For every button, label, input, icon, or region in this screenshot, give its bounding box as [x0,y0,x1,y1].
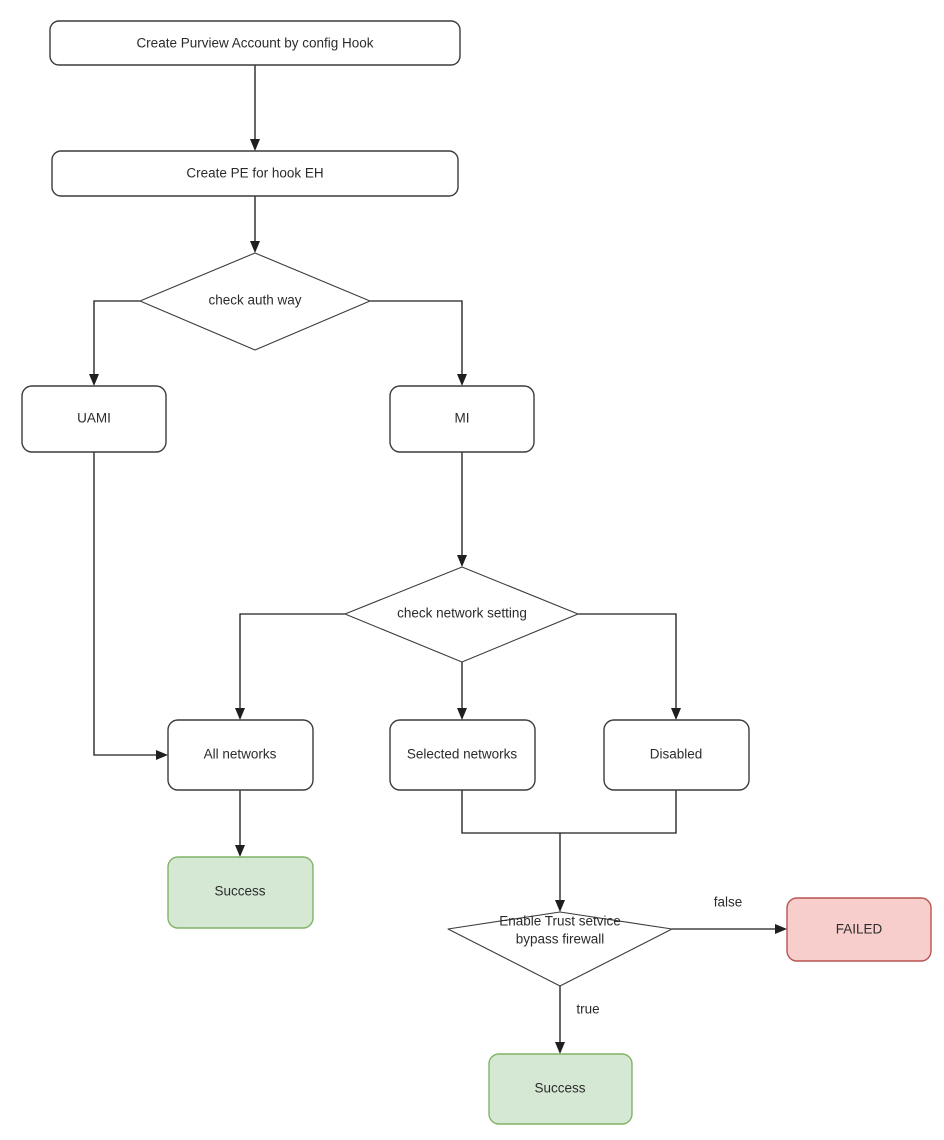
node-enable-trust-service-label-line2: bypass firewall [516,932,605,947]
arrowhead-auth-to-uami [89,374,99,386]
edge-auth-to-uami [93,300,140,377]
arrowhead-trust-to-failed [775,924,787,934]
node-success-bottom[interactable]: Success [488,1053,633,1125]
node-check-auth-way-label: check auth way [208,293,301,308]
arrowhead-account-to-pe [250,139,260,151]
node-uami-label: UAMI [77,411,111,426]
arrowhead-pe-to-auth [250,241,260,253]
arrowhead-all-networks-to-success [235,845,245,857]
edge-label-true: true [576,1002,599,1017]
flowchart-canvas: false true Create Purview Account by con… [0,0,944,1140]
node-create-pe-hook-eh-label: Create PE for hook EH [186,166,323,181]
node-uami[interactable]: UAMI [21,385,167,453]
arrowhead-network-to-selected [457,708,467,720]
node-mi[interactable]: MI [389,385,535,453]
node-all-networks-label: All networks [204,747,277,762]
node-disabled-label: Disabled [650,747,703,762]
edge-network-to-disabled [578,613,677,711]
node-success-bottom-label: Success [534,1081,585,1096]
arrowhead-network-to-disabled [671,708,681,720]
node-check-auth-way[interactable]: check auth way [139,252,371,351]
node-all-networks[interactable]: All networks [167,719,314,791]
node-create-pe-hook-eh[interactable]: Create PE for hook EH [51,150,459,197]
node-success-left-label: Success [214,884,265,899]
flowchart-svg: false true Create Purview Account by con… [21,20,932,1125]
node-enable-trust-service-label-line1: Enable Trust setvice [499,914,621,929]
edge-uami-to-all-networks [93,452,159,756]
node-failed[interactable]: FAILED [786,897,932,962]
arrowhead-mi-to-network [457,555,467,567]
node-disabled[interactable]: Disabled [603,719,750,791]
edge-merge-selected-disabled [461,790,677,834]
node-create-purview-account[interactable]: Create Purview Account by config Hook [49,20,461,66]
edge-network-to-all-networks [239,613,345,711]
arrowhead-trust-to-success [555,1042,565,1054]
node-selected-networks[interactable]: Selected networks [389,719,536,791]
arrowhead-merge-to-trust [555,900,565,912]
node-success-left[interactable]: Success [167,856,314,929]
node-failed-label: FAILED [836,922,883,937]
arrowhead-network-to-all-networks [235,708,245,720]
node-check-network-setting-label: check network setting [397,606,527,621]
node-create-purview-account-label: Create Purview Account by config Hook [136,36,373,51]
node-selected-networks-label: Selected networks [407,747,518,762]
node-mi-label: MI [455,411,470,426]
arrowhead-uami-to-all-networks [156,750,168,760]
edge-auth-to-mi [370,300,463,377]
arrowhead-auth-to-mi [457,374,467,386]
node-enable-trust-service[interactable]: Enable Trust setvice bypass firewall [447,911,673,987]
edge-label-false: false [714,895,743,910]
node-check-network-setting[interactable]: check network setting [344,566,579,663]
